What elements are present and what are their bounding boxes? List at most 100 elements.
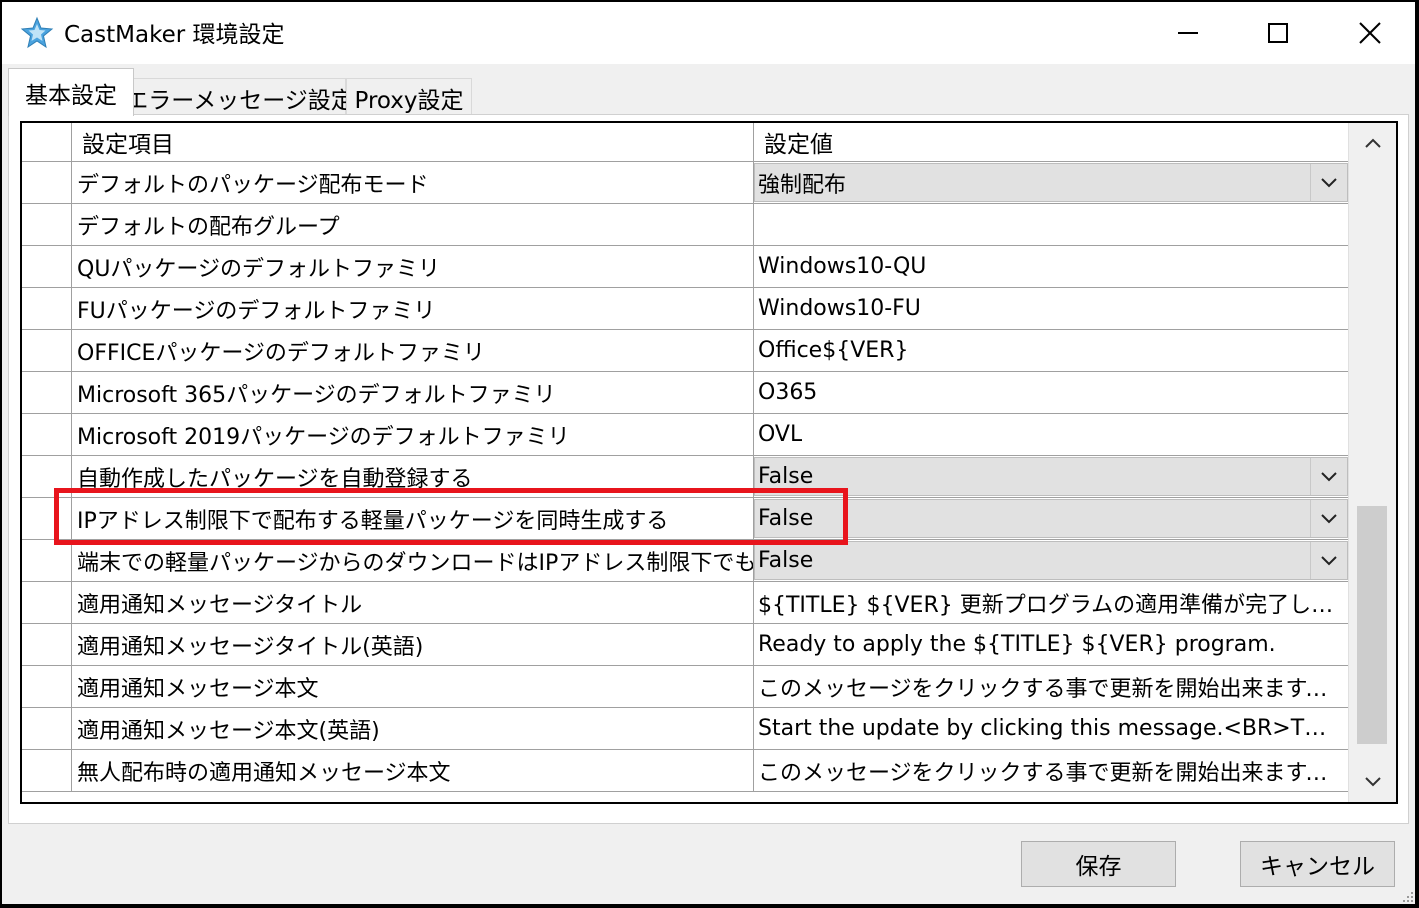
tab-proxy-settings[interactable]: Proxy設定 [346,78,472,116]
tab-label: 基本設定 [25,82,117,109]
dropdown-selected-value: False [758,548,814,573]
row-header[interactable] [22,666,72,707]
setting-value: Windows10-FU [758,296,921,321]
dropdown-button[interactable] [1310,500,1347,537]
setting-value-cell[interactable]: このメッセージをクリックする事で更新を開始出来ます。<BR>... [754,666,1348,707]
row-header[interactable] [22,624,72,665]
table-row[interactable]: デフォルトの配布グループ [22,204,1348,246]
setting-value-dropdown[interactable]: 強制配布 [754,163,1348,202]
setting-name: デフォルトのパッケージ配布モード [72,162,754,203]
close-button[interactable] [1324,2,1415,64]
table-row[interactable]: FUパッケージのデフォルトファミリ Windows10-FU [22,288,1348,330]
scroll-up-button[interactable] [1349,123,1396,163]
row-header[interactable] [22,246,72,287]
setting-value: ${TITLE} ${VER} 更新プログラムの適用準備が完了しました [758,592,1338,618]
table-row[interactable]: 適用通知メッセージタイトル(英語) Ready to apply the ${T… [22,624,1348,666]
row-header[interactable] [22,288,72,329]
table-row[interactable]: 適用通知メッセージ本文 このメッセージをクリックする事で更新を開始出来ます。<B… [22,666,1348,708]
setting-value-cell[interactable] [754,204,1348,245]
setting-name: 適用通知メッセージ本文(英語) [72,708,754,749]
scroll-down-button[interactable] [1349,762,1396,802]
maximize-button[interactable] [1232,2,1324,64]
castmaker-star-icon [20,16,54,49]
dropdown-button[interactable] [1310,542,1347,579]
chevron-up-icon [1365,138,1381,148]
setting-value: このメッセージをクリックする事で更新を開始出来ます。<BR>... [758,676,1338,702]
setting-value: O365 [758,380,818,405]
setting-value-dropdown[interactable]: False [754,541,1348,580]
row-header[interactable] [22,204,72,245]
scrollbar-thumb[interactable] [1357,506,1387,744]
table-row[interactable]: Microsoft 2019パッケージのデフォルトファミリ OVL [22,414,1348,456]
chevron-down-icon [1365,777,1381,787]
setting-value: Office${VER} [758,338,909,363]
dropdown-button[interactable] [1310,458,1347,495]
setting-value-cell[interactable]: Office${VER} [754,330,1348,371]
highlight-frame [54,488,848,545]
setting-value: Windows10-QU [758,254,927,279]
tab-basic-settings[interactable]: 基本設定 [8,68,134,116]
setting-value-cell[interactable]: ${TITLE} ${VER} 更新プログラムの適用準備が完了しました [754,582,1348,623]
grid-rows: デフォルトのパッケージ配布モード 強制配布 デフォルトの配布グループ QUパッケ… [22,162,1348,792]
setting-name: デフォルトの配布グループ [72,204,754,245]
dropdown-selected-value: False [758,464,814,489]
cancel-button[interactable]: キャンセル [1240,841,1395,887]
chevron-down-icon [1321,555,1337,565]
dropdown-selected-value: 強制配布 [758,172,847,198]
setting-name: QUパッケージのデフォルトファミリ [72,246,754,287]
setting-name: 適用通知メッセージ本文 [72,666,754,707]
column-header-label: 設定項目 [82,132,174,158]
setting-value: Start the update by clicking this messag… [758,716,1338,741]
chevron-down-icon [1321,513,1337,523]
setting-value-cell[interactable]: O365 [754,372,1348,413]
title-bar: CastMaker 環境設定 [2,2,1415,64]
settings-grid[interactable]: 設定項目 設定値 デフォルトのパッケージ配布モード 強制配布 デフォルトの配布グ… [20,121,1398,804]
window-title: CastMaker 環境設定 [64,22,285,48]
tab-error-message-settings[interactable]: エラーメッセージ設定 [125,78,354,116]
row-header[interactable] [22,582,72,623]
column-header-value[interactable]: 設定値 [754,123,1348,161]
tab-strip: 基本設定 エラーメッセージ設定 Proxy設定 [2,64,1415,116]
setting-value-cell[interactable]: このメッセージをクリックする事で更新を開始出来ます。<BR>... [754,750,1348,791]
setting-name: OFFICEパッケージのデフォルトファミリ [72,330,754,371]
table-row[interactable]: 無人配布時の適用通知メッセージ本文 このメッセージをクリックする事で更新を開始出… [22,750,1348,792]
chevron-down-icon [1321,177,1337,187]
setting-name: 適用通知メッセージタイトル(英語) [72,624,754,665]
row-header[interactable] [22,540,72,581]
table-row[interactable]: 適用通知メッセージ本文(英語) Start the update by clic… [22,708,1348,750]
table-row[interactable]: Microsoft 365パッケージのデフォルトファミリ O365 [22,372,1348,414]
column-header-item[interactable]: 設定項目 [72,123,754,161]
setting-name: 無人配布時の適用通知メッセージ本文 [72,750,754,791]
dropdown-button[interactable] [1310,164,1347,201]
setting-name: Microsoft 365パッケージのデフォルトファミリ [72,372,754,413]
setting-value-cell[interactable]: Windows10-FU [754,288,1348,329]
setting-value-cell[interactable]: Windows10-QU [754,246,1348,287]
table-row[interactable]: QUパッケージのデフォルトファミリ Windows10-QU [22,246,1348,288]
table-row[interactable]: 適用通知メッセージタイトル ${TITLE} ${VER} 更新プログラムの適用… [22,582,1348,624]
setting-name: 端末での軽量パッケージからのダウンロードはIPアドレス制限下でも行う [72,540,754,581]
row-header[interactable] [22,414,72,455]
maximize-icon [1268,23,1288,43]
close-icon [1359,22,1381,44]
setting-value-cell[interactable]: Start the update by clicking this messag… [754,708,1348,749]
row-header[interactable] [22,750,72,791]
tab-label: Proxy設定 [354,87,464,114]
save-button[interactable]: 保存 [1021,841,1176,887]
vertical-scrollbar[interactable] [1348,123,1396,802]
setting-value-cell[interactable]: Ready to apply the ${TITLE} ${VER} progr… [754,624,1348,665]
resize-grip-icon[interactable] [1401,890,1415,904]
minimize-button[interactable] [1142,2,1234,64]
minimize-icon [1178,32,1198,34]
setting-value: このメッセージをクリックする事で更新を開始出来ます。<BR>... [758,760,1338,786]
tab-label: エラーメッセージ設定 [125,87,354,114]
setting-value-cell[interactable]: OVL [754,414,1348,455]
row-header[interactable] [22,330,72,371]
setting-name: 適用通知メッセージタイトル [72,582,754,623]
row-header[interactable] [22,372,72,413]
setting-value: Ready to apply the ${TITLE} ${VER} progr… [758,632,1276,657]
row-header[interactable] [22,708,72,749]
table-row[interactable]: 端末での軽量パッケージからのダウンロードはIPアドレス制限下でも行う False [22,540,1348,582]
table-row[interactable]: OFFICEパッケージのデフォルトファミリ Office${VER} [22,330,1348,372]
row-header[interactable] [22,162,72,203]
table-row[interactable]: デフォルトのパッケージ配布モード 強制配布 [22,162,1348,204]
